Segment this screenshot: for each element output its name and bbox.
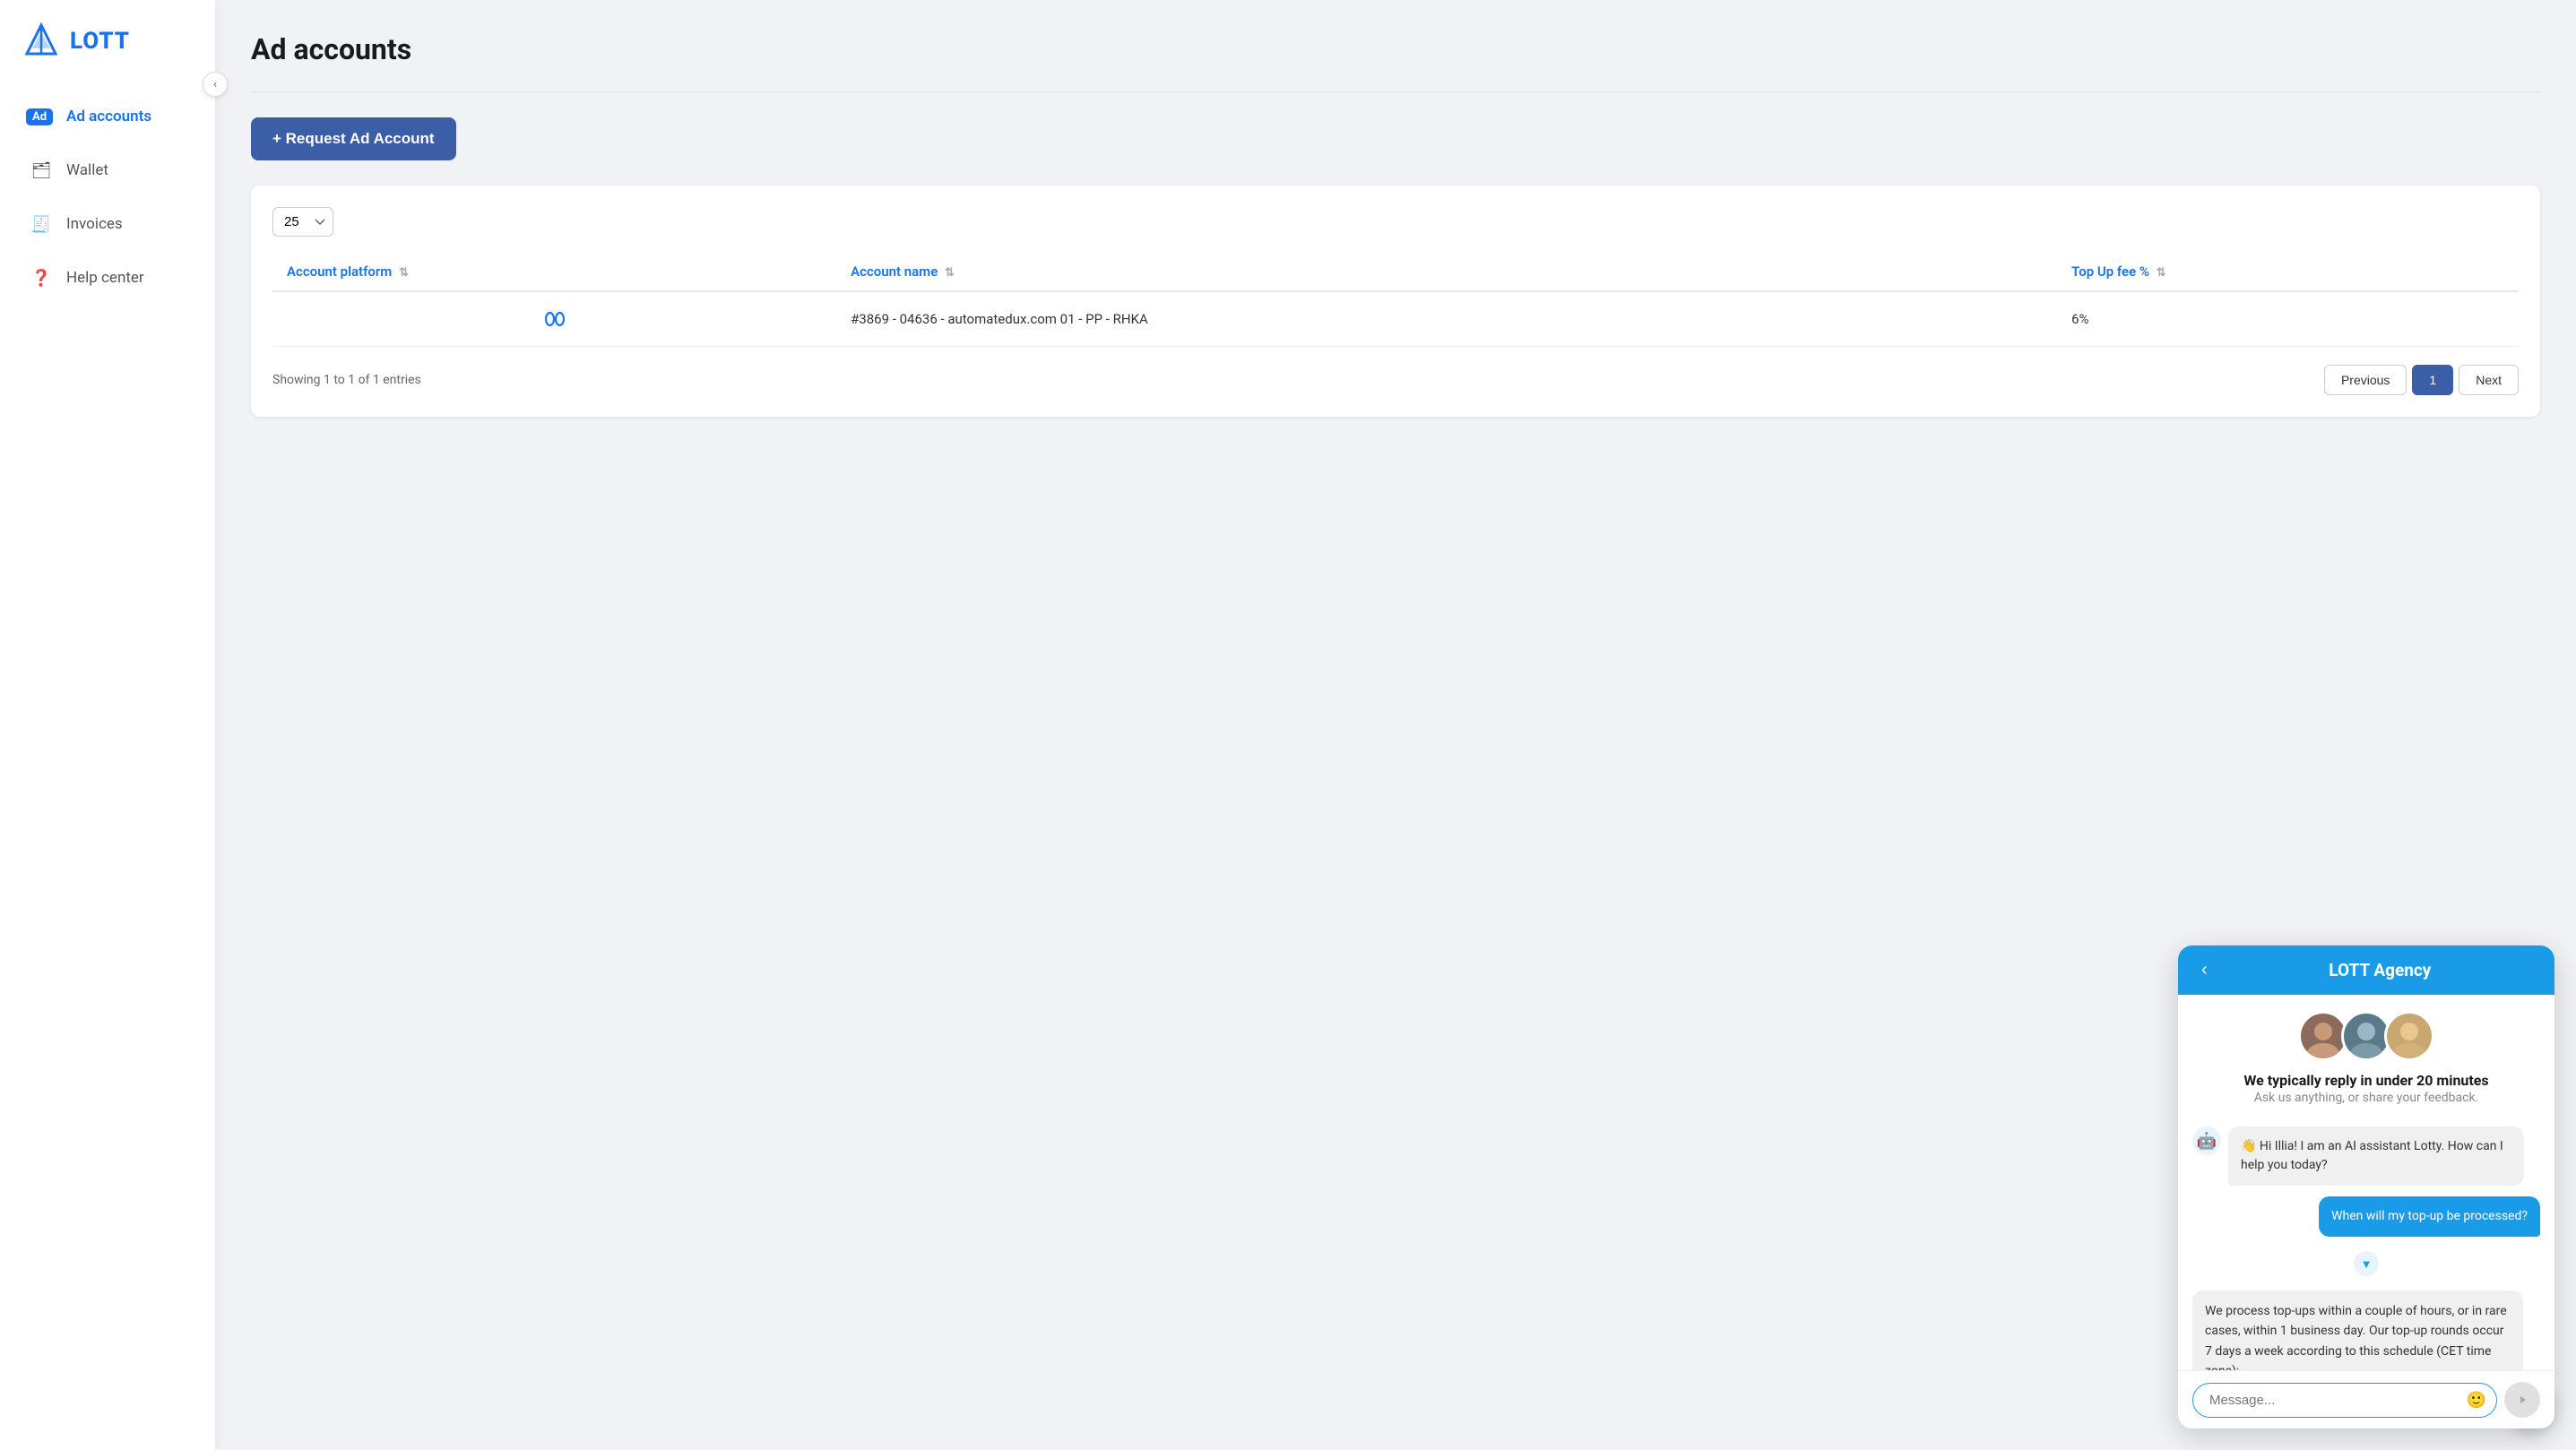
sidebar-item-ad-accounts-label: Ad accounts <box>66 108 151 125</box>
bot-message-1-row: 🤖 👋 Hi Illia! I am an AI assistant Lotty… <box>2192 1126 2540 1186</box>
logo-text: LOTT <box>70 28 130 55</box>
name-sort-icon[interactable]: ⇅ <box>945 266 955 280</box>
table-container: 10 25 50 100 Account platform ⇅ Account … <box>251 186 2540 417</box>
fee-sort-icon[interactable]: ⇅ <box>2157 266 2166 280</box>
sidebar-item-invoices[interactable]: 🧾 Invoices <box>7 199 208 249</box>
chat-avatars <box>2178 995 2554 1068</box>
help-center-icon: ❓ <box>29 265 54 290</box>
bot-message-1: 👋 Hi Illia! I am an AI assistant Lotty. … <box>2228 1126 2524 1186</box>
request-ad-account-button[interactable]: + Request Ad Account <box>251 117 456 160</box>
chat-widget: ‹ LOTT Agency We typically reply in unde… <box>2178 945 2554 1428</box>
platform-sort-icon[interactable]: ⇅ <box>399 266 409 280</box>
chat-input-area: 🙂 <box>2178 1370 2554 1428</box>
chat-messages: 🤖 👋 Hi Illia! I am an AI assistant Lotty… <box>2178 1119 2554 1370</box>
previous-button[interactable]: Previous <box>2324 365 2407 395</box>
sidebar-item-wallet[interactable]: 🗂 Wallet <box>7 145 208 195</box>
title-divider <box>251 91 2540 92</box>
table-header-row: Account platform ⇅ Account name ⇅ Top Up… <box>272 253 2519 291</box>
wallet-icon: 🗂 <box>29 158 54 183</box>
user-message-1: When will my top-up be processed? <box>2319 1196 2540 1237</box>
bot-icon-1: 🤖 <box>2192 1126 2221 1155</box>
sidebar-item-invoices-label: Invoices <box>66 215 123 233</box>
table-controls: 10 25 50 100 <box>272 207 2519 237</box>
col-fee: Top Up fee % ⇅ <box>2057 253 2519 291</box>
bot-message-2: We process top-ups within a couple of ho… <box>2192 1290 2523 1370</box>
chat-back-button[interactable]: ‹ <box>2196 960 2213 980</box>
meta-icon <box>287 306 822 332</box>
page-1-button[interactable]: 1 <box>2412 365 2453 395</box>
logo-icon <box>22 22 61 61</box>
pagination-info: Showing 1 to 1 of 1 entries <box>272 373 421 387</box>
scroll-down-button[interactable]: ▼ <box>2354 1251 2379 1276</box>
cell-platform <box>272 291 836 347</box>
next-button[interactable]: Next <box>2459 365 2519 395</box>
chat-send-button[interactable] <box>2504 1382 2540 1418</box>
emoji-button[interactable]: 🙂 <box>2467 1391 2486 1410</box>
ad-accounts-table: Account platform ⇅ Account name ⇅ Top Up… <box>272 253 2519 347</box>
sidebar-item-ad-accounts[interactable]: Ad Ad accounts <box>7 91 208 142</box>
scroll-down-indicator: ▼ <box>2192 1247 2540 1280</box>
pagination: Showing 1 to 1 of 1 entries Previous 1 N… <box>272 365 2519 395</box>
pagination-controls: Previous 1 Next <box>2324 365 2519 395</box>
page-title: Ad accounts <box>251 32 2540 66</box>
table-row: #3869 - 04636 - automatedux.com 01 - PP … <box>272 291 2519 347</box>
col-name: Account name ⇅ <box>836 253 2057 291</box>
ad-accounts-icon: Ad <box>29 104 54 129</box>
invoices-icon: 🧾 <box>29 211 54 237</box>
avatar-3 <box>2384 1011 2434 1061</box>
chat-header: ‹ LOTT Agency <box>2178 945 2554 995</box>
chat-message-input[interactable] <box>2192 1383 2497 1418</box>
chat-input-wrapper: 🙂 <box>2192 1383 2497 1418</box>
sidebar-item-wallet-label: Wallet <box>66 161 108 179</box>
logo: LOTT <box>0 22 215 90</box>
chat-reply-info: We typically reply in under 20 minutes <box>2178 1068 2554 1091</box>
cell-name: #3869 - 04636 - automatedux.com 01 - PP … <box>836 291 2057 347</box>
chat-title: LOTT Agency <box>2224 960 2537 980</box>
chat-reply-sub: Ask us anything, or share your feedback. <box>2178 1091 2554 1119</box>
col-platform: Account platform ⇅ <box>272 253 836 291</box>
per-page-select[interactable]: 10 25 50 100 <box>272 207 333 237</box>
sidebar: LOTT ‹ Ad Ad accounts 🗂 Wallet 🧾 Invoice… <box>0 0 215 1450</box>
sidebar-item-help-center[interactable]: ❓ Help center <box>7 253 208 303</box>
sidebar-collapse-button[interactable]: ‹ <box>203 72 228 97</box>
cell-fee: 6% <box>2057 291 2519 347</box>
sidebar-item-help-center-label: Help center <box>66 269 144 287</box>
